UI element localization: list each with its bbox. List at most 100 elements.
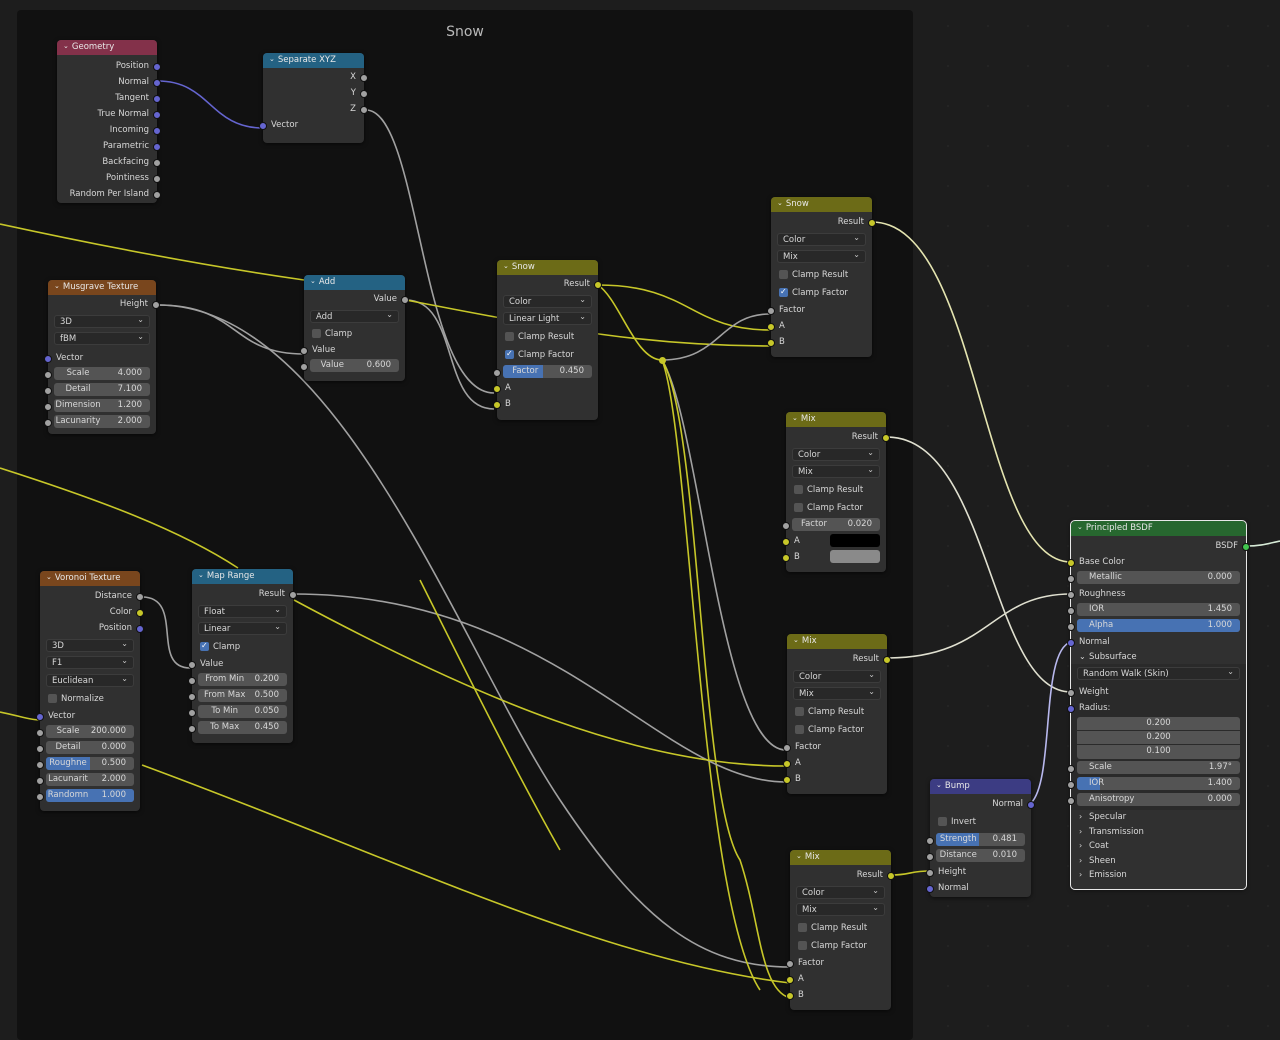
node-musgrave-texture[interactable]: ⌄Musgrave Texture Height 3D fBM Vector S… bbox=[44, 280, 160, 434]
output-socket[interactable] bbox=[153, 127, 161, 135]
from-min-field[interactable]: From Min 0.200 bbox=[198, 673, 287, 686]
output-socket[interactable] bbox=[136, 609, 144, 617]
node-header[interactable]: ⌄ Map Range bbox=[192, 569, 293, 584]
node-snow-linear-light[interactable]: ⌄Snow Result Color Linear Light Clamp Re… bbox=[493, 260, 602, 420]
collapse-chevron-icon[interactable]: ⌄ bbox=[777, 196, 783, 211]
color-swatch-a[interactable] bbox=[830, 534, 880, 547]
input-socket[interactable] bbox=[188, 709, 196, 717]
clamp-result-checkbox[interactable] bbox=[798, 923, 807, 932]
output-socket[interactable] bbox=[152, 301, 160, 309]
input-socket[interactable] bbox=[36, 745, 44, 753]
output-socket[interactable] bbox=[1027, 801, 1035, 809]
input-socket[interactable] bbox=[36, 793, 44, 801]
to-max-field[interactable]: To Max 0.450 bbox=[198, 721, 287, 734]
node-header[interactable]: ⌄ Mix bbox=[787, 634, 887, 649]
roughness-field[interactable]: Roughne 0.500 bbox=[46, 757, 134, 770]
value-field[interactable]: Value 0.600 bbox=[310, 359, 399, 372]
collapse-chevron-icon[interactable]: ⌄ bbox=[310, 274, 316, 289]
input-socket[interactable] bbox=[36, 761, 44, 769]
input-socket[interactable] bbox=[493, 369, 501, 377]
collapse-chevron-icon[interactable]: ⌄ bbox=[63, 39, 69, 54]
input-socket[interactable] bbox=[36, 713, 44, 721]
node-snow-mix[interactable]: ⌄Snow Result Color Mix Clamp Result Clam… bbox=[767, 197, 876, 357]
node-header[interactable]: ⌄ Snow bbox=[771, 197, 872, 212]
input-socket[interactable] bbox=[1067, 639, 1075, 647]
output-socket[interactable] bbox=[153, 79, 161, 87]
input-socket[interactable] bbox=[188, 725, 196, 733]
input-socket[interactable] bbox=[493, 401, 501, 409]
input-socket[interactable] bbox=[300, 347, 308, 355]
panel-subsurface-toggle[interactable]: ⌄ Subsurface bbox=[1071, 650, 1246, 664]
anisotropy-field[interactable]: Anisotropy 0.000 bbox=[1077, 793, 1240, 806]
output-socket[interactable] bbox=[153, 175, 161, 183]
input-socket[interactable] bbox=[1067, 797, 1075, 805]
collapse-chevron-icon[interactable]: ⌄ bbox=[936, 778, 942, 793]
input-socket[interactable] bbox=[188, 661, 196, 669]
to-min-field[interactable]: To Min 0.050 bbox=[198, 705, 287, 718]
factor-field[interactable]: Factor 0.020 bbox=[792, 518, 880, 531]
clamp-checkbox[interactable] bbox=[200, 638, 209, 654]
input-socket[interactable] bbox=[783, 760, 791, 768]
output-socket[interactable] bbox=[153, 191, 161, 199]
output-socket[interactable] bbox=[401, 296, 409, 304]
input-socket[interactable] bbox=[44, 403, 52, 411]
lacunarity-field[interactable]: Lacunarit 2.000 bbox=[46, 773, 134, 786]
collapse-chevron-icon[interactable]: ⌄ bbox=[54, 279, 60, 294]
output-socket[interactable] bbox=[153, 63, 161, 71]
blend-mode-dropdown[interactable]: Mix bbox=[793, 685, 881, 700]
metric-dropdown[interactable]: Euclidean bbox=[46, 672, 134, 687]
node-bump[interactable]: ⌄ Bump Normal Invert Strength 0.481 Distan… bbox=[926, 779, 1035, 897]
output-socket[interactable] bbox=[153, 111, 161, 119]
alpha-field[interactable]: Alpha 1.000 bbox=[1077, 619, 1240, 632]
output-socket[interactable] bbox=[153, 95, 161, 103]
feature-dropdown[interactable]: F1 bbox=[46, 654, 134, 669]
scale-field[interactable]: Scale 200.000 bbox=[46, 725, 134, 738]
node-header[interactable]: ⌄ Musgrave Texture bbox=[48, 280, 156, 295]
input-socket[interactable] bbox=[493, 385, 501, 393]
clamp-factor-checkbox[interactable] bbox=[779, 284, 788, 300]
clamp-factor-checkbox[interactable] bbox=[798, 941, 807, 950]
input-socket[interactable] bbox=[188, 677, 196, 685]
factor-field[interactable]: Factor 0.450 bbox=[503, 365, 592, 378]
dimension-field[interactable]: Dimension 1.200 bbox=[54, 399, 150, 412]
node-mix-2[interactable]: ⌄Mix Result Color Mix Clamp Result Clamp… bbox=[783, 634, 891, 794]
panel-sheen-toggle[interactable]: › Sheen bbox=[1071, 854, 1246, 869]
dimensions-dropdown[interactable]: 3D bbox=[54, 313, 150, 328]
input-socket[interactable] bbox=[767, 339, 775, 347]
panel-transmission-toggle[interactable]: › Transmission bbox=[1071, 825, 1246, 840]
node-add[interactable]: ⌄Add Value Add Clamp Value Value0.600 bbox=[300, 274, 409, 381]
input-socket[interactable] bbox=[300, 363, 308, 371]
output-socket[interactable] bbox=[136, 593, 144, 601]
input-socket[interactable] bbox=[188, 693, 196, 701]
input-socket[interactable] bbox=[1067, 705, 1075, 713]
detail-field[interactable]: Detail 7.100 bbox=[54, 383, 150, 396]
blend-mode-dropdown[interactable]: Mix bbox=[796, 901, 885, 916]
input-socket[interactable] bbox=[1067, 689, 1075, 697]
input-socket[interactable] bbox=[783, 744, 791, 752]
type-dropdown[interactable]: fBM bbox=[54, 330, 150, 345]
input-socket[interactable] bbox=[782, 538, 790, 546]
strength-field[interactable]: Strength 0.481 bbox=[936, 833, 1025, 846]
output-socket[interactable] bbox=[360, 90, 368, 98]
subsurface-method-dropdown[interactable]: Random Walk (Skin) bbox=[1077, 665, 1240, 680]
lacunarity-field[interactable]: Lacunarity 2.000 bbox=[54, 415, 150, 428]
output-socket[interactable] bbox=[153, 143, 161, 151]
node-header[interactable]: ⌄ Voronoi Texture bbox=[40, 571, 140, 586]
distance-field[interactable]: Distance 0.010 bbox=[936, 849, 1025, 862]
detail-field[interactable]: Detail 0.000 bbox=[46, 741, 134, 754]
operation-dropdown[interactable]: Add bbox=[310, 308, 399, 323]
node-header[interactable]: ⌄ Separate XYZ bbox=[263, 53, 364, 68]
panel-emission-toggle[interactable]: › Emission bbox=[1071, 868, 1246, 883]
dimensions-dropdown[interactable]: 3D bbox=[46, 637, 134, 652]
input-socket[interactable] bbox=[786, 992, 794, 1000]
input-socket[interactable] bbox=[926, 837, 934, 845]
collapse-chevron-icon[interactable]: ⌄ bbox=[796, 849, 802, 864]
collapse-chevron-icon[interactable]: ⌄ bbox=[46, 570, 52, 585]
data-type-dropdown[interactable]: Float bbox=[198, 603, 287, 618]
node-header[interactable]: ⌄ Bump bbox=[930, 779, 1031, 794]
input-socket[interactable] bbox=[1067, 781, 1075, 789]
blend-mode-dropdown[interactable]: Mix bbox=[792, 463, 880, 478]
input-socket[interactable] bbox=[783, 776, 791, 784]
reroute-node[interactable] bbox=[659, 357, 666, 364]
input-socket[interactable] bbox=[44, 419, 52, 427]
